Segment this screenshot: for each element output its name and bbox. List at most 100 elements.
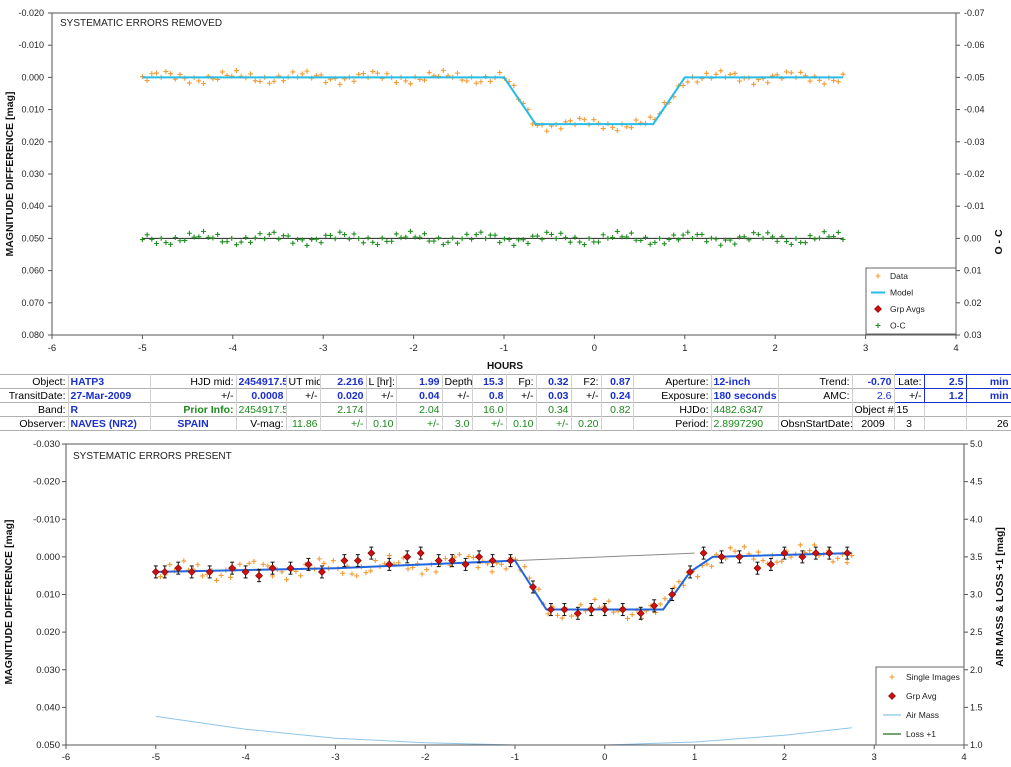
oc-point (784, 239, 790, 245)
single-image-point (662, 596, 668, 602)
y-tick-label: -0.010 (18, 40, 44, 50)
fp-value: 0.32 (536, 374, 572, 389)
grp-avg-point (636, 609, 645, 618)
grp-avg-point (506, 556, 515, 565)
prior-ut-value: 2.174 (320, 402, 367, 417)
late-label: Late: (893, 374, 925, 389)
single-image-point (489, 569, 495, 575)
data-point (384, 71, 390, 77)
single-image-point (456, 551, 462, 557)
x-tick-label: 3 (872, 752, 877, 763)
single-image-point (433, 569, 439, 575)
transit-info-table: Object: HATP3 HJD mid: 2454917.5958 UT m… (0, 374, 1011, 431)
y-tick-label: 0.000 (36, 552, 60, 563)
data-point (751, 81, 757, 87)
data-point (304, 68, 310, 74)
bottom-plot-frame (65, 443, 965, 746)
oc-point (445, 239, 451, 245)
single-image-point (592, 596, 598, 602)
top-transit-chart: SYSTEMATIC ERRORS REMOVED -0.020-0.0100.… (4, 8, 1005, 372)
oc-point (492, 232, 498, 238)
single-image-point (606, 598, 612, 604)
x-tick-label: -3 (319, 343, 327, 354)
length-value: 1.99 (396, 374, 443, 389)
legend-label: Model (890, 288, 913, 298)
fp-prior-err-pm: +/- (472, 416, 507, 431)
oc-point (760, 235, 766, 241)
top-chart-title: SYSTEMATIC ERRORS REMOVED (60, 18, 222, 29)
y2-tick-label: -0.03 (964, 137, 985, 147)
grp-avg-point (151, 568, 160, 576)
grp-avg-point (735, 552, 744, 561)
legend-label: Grp Avgs (890, 304, 925, 314)
data-point (704, 70, 710, 76)
bottom-legend: Single Images Grp Avg Air Mass Loss +1 (875, 666, 965, 746)
bottom-y-axis-label: MAGNITUDE DIFFERENCE [mag] (3, 519, 15, 684)
x-tick-label: 2 (773, 343, 778, 354)
data-point (567, 118, 573, 124)
oc-point (271, 229, 277, 235)
data-point (831, 78, 837, 84)
data-point (299, 71, 305, 77)
data-point (426, 70, 432, 76)
single-image-point (498, 561, 504, 567)
length-err-pm: +/- (366, 388, 397, 403)
x-tick-label: -2 (421, 752, 429, 763)
oc-point (426, 238, 432, 244)
oc-point (661, 241, 667, 247)
oc-point (219, 239, 225, 245)
single-image-point (363, 570, 369, 576)
f2-err-value: 0.24 (601, 388, 634, 403)
vmag-err-pm: +/- (320, 416, 367, 431)
object-label: Object: (0, 374, 69, 389)
data-point (403, 78, 409, 84)
data-point (252, 78, 258, 84)
single-image-point (354, 573, 360, 579)
top-y-axis-label: MAGNITUDE DIFFERENCE [mag] (4, 91, 16, 256)
y-tick-label: -0.020 (33, 477, 60, 488)
oc-point (459, 236, 465, 242)
y2-tick-label: 3.5 (970, 552, 983, 562)
data-point (558, 126, 564, 132)
data-point (816, 77, 822, 83)
oc-point (464, 231, 470, 237)
x-tick-label: -3 (331, 752, 339, 763)
oc-point (821, 229, 827, 235)
data-point (351, 78, 357, 84)
prior-f2-value: 0.82 (601, 402, 634, 417)
oc-point (450, 235, 456, 241)
single-image-point (559, 615, 565, 621)
oc-point (553, 236, 559, 242)
oc-point (835, 229, 841, 235)
oc-point (539, 236, 545, 242)
data-point (370, 69, 376, 75)
oc-point (327, 232, 333, 238)
y2-tick-label: -0.01 (964, 201, 985, 211)
data-point (356, 71, 362, 77)
single-image-point (727, 545, 733, 551)
data-point (694, 79, 700, 85)
x-tick-label: 2 (782, 752, 787, 763)
oc-point (384, 238, 390, 244)
prior-hjd-value: 2454917.5940 (236, 402, 287, 417)
oc-point (798, 239, 804, 245)
late-value: 2.5 (923, 374, 967, 389)
oc-point (248, 239, 254, 245)
y2-tick-label: 0.01 (964, 266, 982, 276)
data-point (393, 80, 399, 86)
oc-point (393, 231, 399, 237)
oc-point (440, 242, 446, 248)
single-image-point (405, 566, 411, 572)
x-tick-label: 0 (602, 752, 607, 763)
single-image-point (349, 571, 355, 577)
oc-point (375, 242, 381, 248)
hjd-err-pm: +/- (150, 388, 237, 403)
y2-tick-label: -0.06 (964, 40, 985, 50)
oc-point (567, 239, 573, 245)
oc-point (342, 232, 348, 238)
y-tick-label: -0.010 (33, 514, 60, 525)
data-point (610, 124, 616, 130)
oc-point (417, 234, 423, 240)
f2-prior-err-value: 0.20 (571, 416, 602, 431)
single-image-point (260, 561, 266, 567)
